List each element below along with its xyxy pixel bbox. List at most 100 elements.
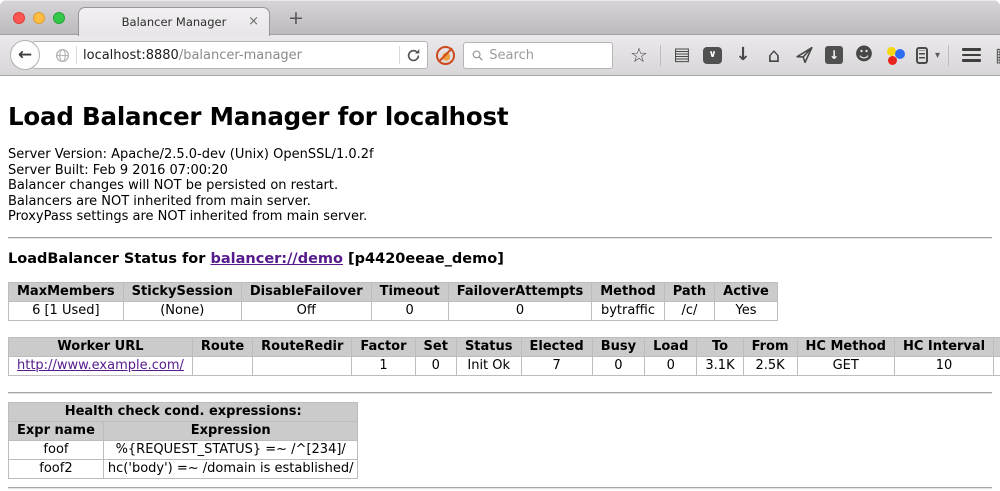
cell-to: 3.1K xyxy=(697,356,743,375)
balancer-header-row: MaxMembers StickySession DisableFailover… xyxy=(9,282,778,301)
minimize-window-button[interactable] xyxy=(33,12,45,24)
cell-factor: 1 xyxy=(352,356,415,375)
window-controls xyxy=(13,12,65,24)
close-window-button[interactable] xyxy=(13,12,25,24)
col-expr-name: Expr name xyxy=(9,421,104,440)
cell-timeout: 0 xyxy=(371,301,448,320)
balancer-demo-link[interactable]: balancer://demo xyxy=(210,251,343,267)
tab-bar: Balancer Manager × + xyxy=(0,0,1000,35)
cell-path: /c/ xyxy=(664,301,714,320)
cell-passes: 1 (0) xyxy=(994,356,1000,375)
cell-disablefailover: Off xyxy=(241,301,371,320)
new-tab-button[interactable]: + xyxy=(284,7,308,29)
worker-data-row: http://www.example.com/ 1 0 Init Ok 7 0 … xyxy=(9,356,1000,375)
container-icon[interactable] xyxy=(916,47,928,64)
col-status: Status xyxy=(456,337,521,356)
section-divider-3 xyxy=(8,487,992,489)
cell-status: Init Ok xyxy=(456,356,521,375)
page-title: Load Balancer Manager for localhost xyxy=(8,102,992,131)
cell-failoverattempts: 0 xyxy=(448,301,592,320)
cell-hc-interval: 10 xyxy=(894,356,993,375)
cell-busy: 0 xyxy=(592,356,644,375)
downloads-icon[interactable]: ↓ xyxy=(733,46,753,64)
url-text: localhost:8880/balancer-manager xyxy=(83,48,302,63)
col-maxmembers: MaxMembers xyxy=(9,282,124,301)
pocket-icon[interactable]: ∨ xyxy=(703,47,722,64)
flash-blocked-icon[interactable] xyxy=(436,46,455,65)
cell-elected: 7 xyxy=(521,356,592,375)
health-check-table: Health check cond. expressions: Expr nam… xyxy=(8,402,358,479)
cell-active: Yes xyxy=(715,301,778,320)
health-row-foof2: foof2 hc('body') =~ /domain is establish… xyxy=(9,459,358,478)
cell-routeredir xyxy=(253,356,352,375)
search-box[interactable] xyxy=(463,42,613,69)
worker-table: Worker URL Route RouteRedir Factor Set S… xyxy=(8,337,1000,376)
reading-list-icon[interactable]: ▤ xyxy=(672,46,692,64)
col-disablefailover: DisableFailover xyxy=(241,282,371,301)
cell-maxmembers: 6 [1 Used] xyxy=(9,301,124,320)
cell-route xyxy=(192,356,252,375)
section-divider-1 xyxy=(8,237,992,239)
tab-groups-icon[interactable]: ▦ xyxy=(994,46,1000,64)
col-elected: Elected xyxy=(521,337,592,356)
toolbar-divider-2 xyxy=(948,45,949,66)
proxypass-notice-line: ProxyPass settings are NOT inherited fro… xyxy=(8,209,992,225)
cell-load: 0 xyxy=(645,356,697,375)
balancer-settings-table: MaxMembers StickySession DisableFailover… xyxy=(8,282,778,321)
cell-from: 2.5K xyxy=(743,356,797,375)
bookmark-star-icon[interactable]: ☆ xyxy=(629,46,649,64)
browser-window: Balancer Manager × + ← localhost:8880/ba… xyxy=(0,0,1000,491)
cell-method: bytraffic xyxy=(592,301,664,320)
tab-title: Balancer Manager xyxy=(122,15,227,29)
cell-expression-foof2: hc('body') =~ /domain is established/ xyxy=(103,459,358,478)
url-path: /balancer-manager xyxy=(179,48,302,63)
reload-icon[interactable] xyxy=(406,48,421,63)
back-button[interactable]: ← xyxy=(10,40,40,70)
toolbar-divider xyxy=(660,45,661,66)
col-expression: Expression xyxy=(103,421,358,440)
col-path: Path xyxy=(664,282,714,301)
col-passes: Passes xyxy=(994,337,1000,356)
inherit-notice-line: Balancers are NOT inherited from main se… xyxy=(8,194,992,210)
col-from: From xyxy=(743,337,797,356)
color-picker-icon[interactable] xyxy=(885,46,905,65)
tab-balancer-manager[interactable]: Balancer Manager × xyxy=(78,7,270,36)
save-page-icon[interactable]: ↓ xyxy=(825,46,843,64)
col-to: To xyxy=(697,337,743,356)
cell-hc-method: GET xyxy=(797,356,894,375)
toolbar-right-group: ▦ xyxy=(948,45,1000,66)
search-input[interactable] xyxy=(489,48,604,63)
tab-close-icon[interactable]: × xyxy=(248,15,259,28)
col-timeout: Timeout xyxy=(371,282,448,301)
url-divider-2 xyxy=(399,46,400,64)
col-set: Set xyxy=(415,337,456,356)
server-built-line: Server Built: Feb 9 2016 07:00:20 xyxy=(8,163,992,179)
feedback-smiley-icon[interactable]: ☻ xyxy=(854,46,874,64)
col-worker-url: Worker URL xyxy=(9,337,193,356)
col-method: Method xyxy=(592,282,664,301)
col-stickysession: StickySession xyxy=(123,282,241,301)
col-busy: Busy xyxy=(592,337,644,356)
col-hc-method: HC Method xyxy=(797,337,894,356)
search-icon xyxy=(472,49,483,62)
home-icon[interactable]: ⌂ xyxy=(764,46,784,64)
worker-url-link[interactable]: http://www.example.com/ xyxy=(17,358,184,373)
cell-expr-name-foof2: foof2 xyxy=(9,459,104,478)
zoom-window-button[interactable] xyxy=(53,12,65,24)
status-heading-suffix: [p4420eeae_demo] xyxy=(343,251,504,267)
health-title-row: Health check cond. expressions: xyxy=(9,402,358,421)
cell-expr-name-foof: foof xyxy=(9,440,104,459)
page-content: Load Balancer Manager for localhost Serv… xyxy=(0,76,1000,491)
cell-stickysession: (None) xyxy=(123,301,241,320)
send-tab-icon[interactable] xyxy=(795,46,814,64)
cell-expression-foof: %{REQUEST_STATUS} =~ /^[234]/ xyxy=(103,440,358,459)
persist-notice-line: Balancer changes will NOT be persisted o… xyxy=(8,178,992,194)
toolbar-icon-strip: ☆ ▤ ∨ ↓ ⌂ ↓ ☻ ▾ xyxy=(629,45,940,66)
container-caret-icon[interactable]: ▾ xyxy=(935,50,940,61)
url-bar[interactable]: localhost:8880/balancer-manager xyxy=(32,41,428,69)
server-version-line: Server Version: Apache/2.5.0-dev (Unix) … xyxy=(8,147,992,163)
url-divider xyxy=(76,46,77,64)
worker-header-row: Worker URL Route RouteRedir Factor Set S… xyxy=(9,337,1000,356)
menu-icon[interactable] xyxy=(962,48,981,62)
health-header-row: Expr name Expression xyxy=(9,421,358,440)
